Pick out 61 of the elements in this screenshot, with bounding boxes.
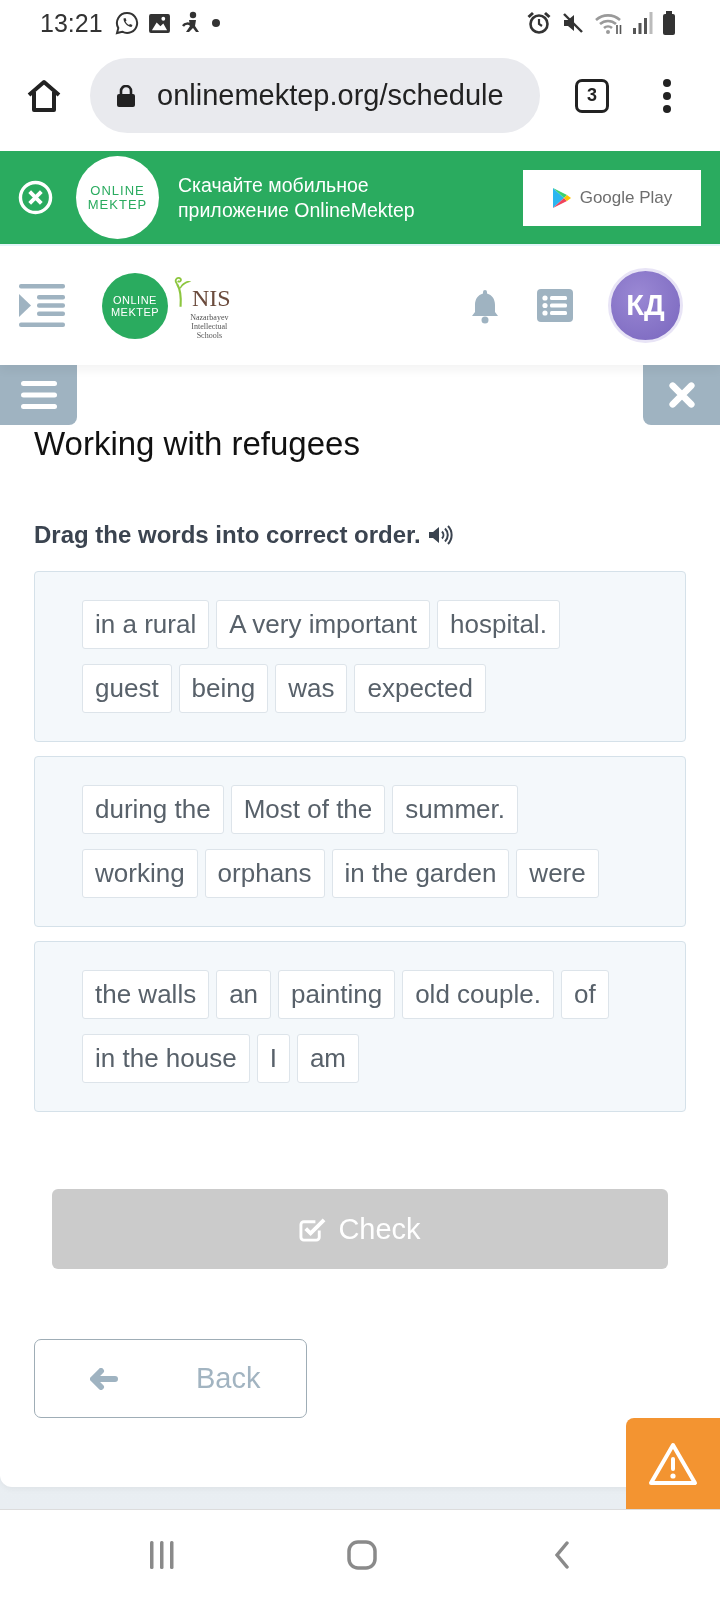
word-chip[interactable]: I <box>256 1034 290 1083</box>
recent-apps-icon[interactable] <box>149 1541 175 1569</box>
image-icon <box>148 13 170 33</box>
word-chip[interactable]: in the garden <box>331 849 510 898</box>
word-chip[interactable]: A very important <box>216 600 430 649</box>
more-options-icon[interactable] <box>661 78 673 113</box>
word-chip[interactable]: during the <box>82 785 224 834</box>
menu-icon <box>20 381 57 409</box>
avatar-button[interactable]: КД <box>608 268 683 343</box>
mute-icon <box>561 11 585 35</box>
battery-icon <box>662 11 676 35</box>
tab-switcher-button[interactable]: 3 <box>575 78 609 113</box>
word-chip[interactable]: the walls <box>82 970 210 1019</box>
logo: ONLINE MEKTEP <box>102 272 168 339</box>
warning-icon <box>648 1441 698 1486</box>
word-chip[interactable]: were <box>516 849 599 898</box>
word-chip[interactable]: summer. <box>392 785 518 834</box>
word-chip[interactable]: working <box>82 849 198 898</box>
word-chip[interactable]: Most of the <box>230 785 386 834</box>
word-chip[interactable]: was <box>275 664 348 713</box>
google-play-button[interactable]: Google Play <box>523 169 701 226</box>
speaker-icon[interactable] <box>427 524 454 546</box>
logo-subtitle: Nazarbayev Intellectual Schools <box>190 312 229 340</box>
word-chip[interactable]: an <box>216 970 272 1019</box>
word-chip[interactable]: in a rural <box>82 600 210 649</box>
arrow-left-icon <box>90 1367 118 1390</box>
close-icon <box>667 381 696 409</box>
word-chip[interactable]: old couple. <box>402 970 554 1019</box>
home-icon[interactable] <box>26 77 62 114</box>
word-chip[interactable]: hospital. <box>437 600 560 649</box>
list-icon[interactable] <box>537 289 573 322</box>
menu-indent-icon[interactable] <box>19 284 65 327</box>
close-icon[interactable] <box>18 180 53 215</box>
word-chip[interactable]: am <box>296 1034 360 1083</box>
dot-icon <box>211 19 220 27</box>
word-chip[interactable]: being <box>178 664 269 713</box>
word-chip[interactable]: orphans <box>204 849 325 898</box>
report-button[interactable] <box>626 1418 720 1509</box>
menu-button[interactable] <box>0 365 77 425</box>
status-time: 13:21 <box>40 8 103 38</box>
bell-icon[interactable] <box>471 287 499 324</box>
word-chip[interactable]: in the house <box>82 1034 250 1083</box>
address-bar[interactable]: onlinemektep.org/schedule <box>90 58 540 133</box>
word-chip[interactable]: of <box>560 970 609 1019</box>
chat-bubble-icon <box>114 11 139 35</box>
back-icon[interactable] <box>555 1541 569 1569</box>
logo-title: NIS <box>192 285 231 310</box>
word-chip[interactable]: expected <box>354 664 486 713</box>
lesson-title: Working with refugees <box>34 425 361 463</box>
close-button[interactable] <box>643 365 720 425</box>
alarm-clock-icon <box>526 11 552 35</box>
wifi-icon <box>594 11 624 35</box>
play-store-icon <box>551 186 572 209</box>
word-chip[interactable]: painting <box>278 970 396 1019</box>
person-icon <box>179 11 202 35</box>
lock-icon <box>117 84 135 107</box>
banner-text: Скачайте мобильное приложение OnlineMektep <box>178 172 415 223</box>
signal-icon <box>633 12 653 34</box>
word-chip[interactable]: guest <box>82 664 172 713</box>
logo: ONLINE MEKTEP <box>76 156 159 239</box>
instruction-text: Drag the words into correct order. <box>34 520 421 550</box>
